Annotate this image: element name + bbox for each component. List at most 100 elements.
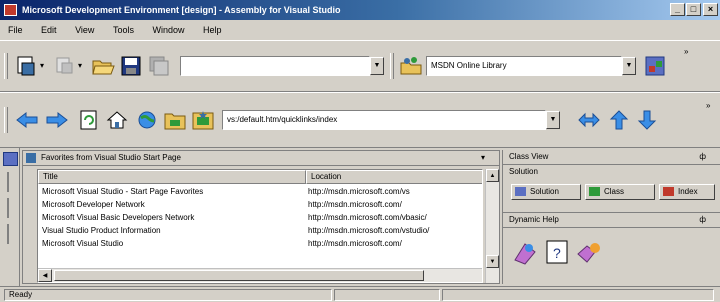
save-all-icon[interactable] bbox=[146, 53, 172, 79]
close-button[interactable]: × bbox=[703, 3, 718, 16]
scroll-down-button[interactable]: ▼ bbox=[486, 255, 499, 268]
table-row[interactable]: Microsoft Visual Studio - Start Page Fav… bbox=[38, 186, 482, 198]
help-search-icon[interactable] bbox=[575, 238, 603, 268]
table-row[interactable]: Visual Studio Product Information http:/… bbox=[38, 225, 482, 237]
menu-file[interactable]: File bbox=[0, 20, 31, 40]
scroll-up-button[interactable]: ▲ bbox=[486, 169, 499, 182]
row-title: Microsoft Developer Network bbox=[42, 200, 145, 209]
add-item-icon[interactable] bbox=[52, 53, 78, 79]
table-row[interactable]: Microsoft Developer Network http://msdn.… bbox=[38, 199, 482, 211]
scroll-left-button[interactable]: ◀ bbox=[38, 269, 52, 282]
row-location: http://msdn.microsoft.com/vs bbox=[308, 187, 410, 196]
tab-index-label: Index bbox=[678, 187, 698, 196]
home-icon[interactable] bbox=[104, 107, 130, 133]
favorites-panel: Favorites from Visual Studio Start Page … bbox=[22, 150, 500, 284]
minimize-button[interactable]: _ bbox=[670, 3, 685, 16]
new-project-icon[interactable] bbox=[14, 53, 40, 79]
previous-topic-icon[interactable] bbox=[606, 107, 632, 133]
class-view-title: Class View bbox=[509, 152, 549, 161]
panel-dropdown-icon[interactable]: ▾ bbox=[481, 151, 485, 165]
status-text: Ready bbox=[4, 289, 332, 301]
app-icon[interactable] bbox=[4, 4, 17, 16]
dropdown-arrow-icon[interactable]: ▾ bbox=[40, 61, 44, 70]
refresh-icon[interactable] bbox=[76, 107, 102, 133]
menu-tools[interactable]: Tools bbox=[105, 20, 142, 40]
back-arrow-icon[interactable] bbox=[14, 107, 40, 133]
class-view-tab-icon bbox=[589, 187, 600, 196]
class-view-title-bar: Class View ф bbox=[503, 150, 720, 165]
dynamic-help-title-bar: Dynamic Help ф bbox=[503, 212, 720, 228]
right-tool-pane: Class View ф Solution Solution Class Ind… bbox=[502, 150, 720, 284]
restore-button[interactable]: □ bbox=[686, 3, 701, 16]
panel-title: Favorites from Visual Studio Start Page bbox=[41, 153, 181, 162]
help-index-icon[interactable]: ? bbox=[543, 238, 571, 268]
column-header-title[interactable]: Title bbox=[38, 170, 306, 184]
help-contents-icon[interactable] bbox=[511, 238, 539, 268]
dynamic-help-content: ? bbox=[503, 228, 720, 278]
find-combo-dropdown[interactable]: ▼ bbox=[370, 57, 384, 75]
favorites-list: Title Location Microsoft Visual Studio -… bbox=[37, 169, 483, 283]
library-combo[interactable]: MSDN Online Library bbox=[426, 56, 622, 76]
standard-toolbar: ▾ ▾ ▼ MSDN Online Library ▼ » bbox=[0, 40, 720, 92]
pane-tab-strip: Solution Class Index bbox=[503, 182, 720, 204]
toolbar-overflow-icon[interactable]: » bbox=[706, 101, 710, 110]
find-combo[interactable] bbox=[180, 56, 370, 76]
tab-index[interactable]: Index bbox=[659, 184, 715, 200]
class-view-icon[interactable] bbox=[642, 53, 668, 79]
status-pane-3 bbox=[442, 289, 714, 301]
panel-title-bar: Favorites from Visual Studio Start Page … bbox=[23, 151, 499, 166]
dynamic-help-title: Dynamic Help bbox=[509, 215, 559, 224]
row-title: Microsoft Visual Basic Developers Networ… bbox=[42, 213, 195, 222]
library-combo-dropdown[interactable]: ▼ bbox=[622, 57, 636, 75]
row-title: Visual Studio Product Information bbox=[42, 226, 161, 235]
search-web-icon[interactable] bbox=[134, 107, 160, 133]
window-title: Microsoft Development Environment [desig… bbox=[22, 5, 341, 15]
tab-solution-label: Solution bbox=[530, 187, 559, 196]
solution-label: Solution bbox=[509, 167, 538, 176]
status-pane-2 bbox=[334, 289, 440, 301]
web-toolbar: vs:/default.htm/quicklinks/index ▼ » bbox=[0, 92, 720, 148]
url-combo-dropdown[interactable]: ▼ bbox=[546, 111, 560, 129]
dock-tab-divider[interactable] bbox=[7, 172, 9, 192]
dock-tab-divider[interactable] bbox=[7, 224, 9, 244]
table-row[interactable]: Microsoft Visual Studio http://msdn.micr… bbox=[38, 238, 482, 250]
sync-contents-icon[interactable] bbox=[576, 107, 602, 133]
column-header-location[interactable]: Location bbox=[306, 170, 482, 184]
index-tab-icon bbox=[663, 187, 674, 196]
toolbar-grip[interactable] bbox=[4, 107, 8, 133]
row-title: Microsoft Visual Studio - Start Page Fav… bbox=[42, 187, 204, 196]
server-explorer-icon[interactable] bbox=[3, 152, 18, 166]
menu-view[interactable]: View bbox=[67, 20, 102, 40]
open-folder-icon[interactable] bbox=[90, 53, 116, 79]
tab-class[interactable]: Class bbox=[585, 184, 655, 200]
menu-help[interactable]: Help bbox=[195, 20, 230, 40]
table-row[interactable]: Microsoft Visual Basic Developers Networ… bbox=[38, 212, 482, 224]
row-location: http://msdn.microsoft.com/ bbox=[308, 239, 402, 248]
dock-tab-divider[interactable] bbox=[7, 198, 9, 218]
tab-class-label: Class bbox=[604, 187, 625, 196]
row-location: http://msdn.microsoft.com/vbasic/ bbox=[308, 213, 427, 222]
left-dock-strip bbox=[0, 148, 20, 286]
pin-icon[interactable]: ф bbox=[699, 150, 706, 164]
add-favorites-icon[interactable] bbox=[190, 107, 216, 133]
horizontal-scrollbar[interactable]: ◀ bbox=[38, 268, 482, 282]
menu-edit[interactable]: Edit bbox=[33, 20, 65, 40]
panel-icon bbox=[26, 153, 36, 163]
tab-solution[interactable]: Solution bbox=[511, 184, 581, 200]
next-topic-icon[interactable] bbox=[634, 107, 660, 133]
favorites-icon[interactable] bbox=[162, 107, 188, 133]
toolbar-grip[interactable] bbox=[390, 53, 394, 79]
svg-text:?: ? bbox=[553, 245, 561, 261]
horizontal-scroll-thumb[interactable] bbox=[54, 270, 424, 281]
save-icon[interactable] bbox=[118, 53, 144, 79]
dropdown-arrow-icon[interactable]: ▾ bbox=[78, 61, 82, 70]
vertical-scrollbar[interactable]: ▲ ▼ bbox=[485, 169, 499, 283]
forward-arrow-icon[interactable] bbox=[44, 107, 70, 133]
url-combo[interactable]: vs:/default.htm/quicklinks/index bbox=[222, 110, 546, 130]
toolbar-overflow-icon[interactable]: » bbox=[684, 47, 688, 56]
menu-window[interactable]: Window bbox=[144, 20, 192, 40]
status-bar: Ready bbox=[0, 286, 720, 302]
toolbar-grip[interactable] bbox=[4, 53, 8, 79]
web-browser-icon[interactable] bbox=[398, 53, 424, 79]
pin-icon[interactable]: ф bbox=[699, 213, 706, 227]
